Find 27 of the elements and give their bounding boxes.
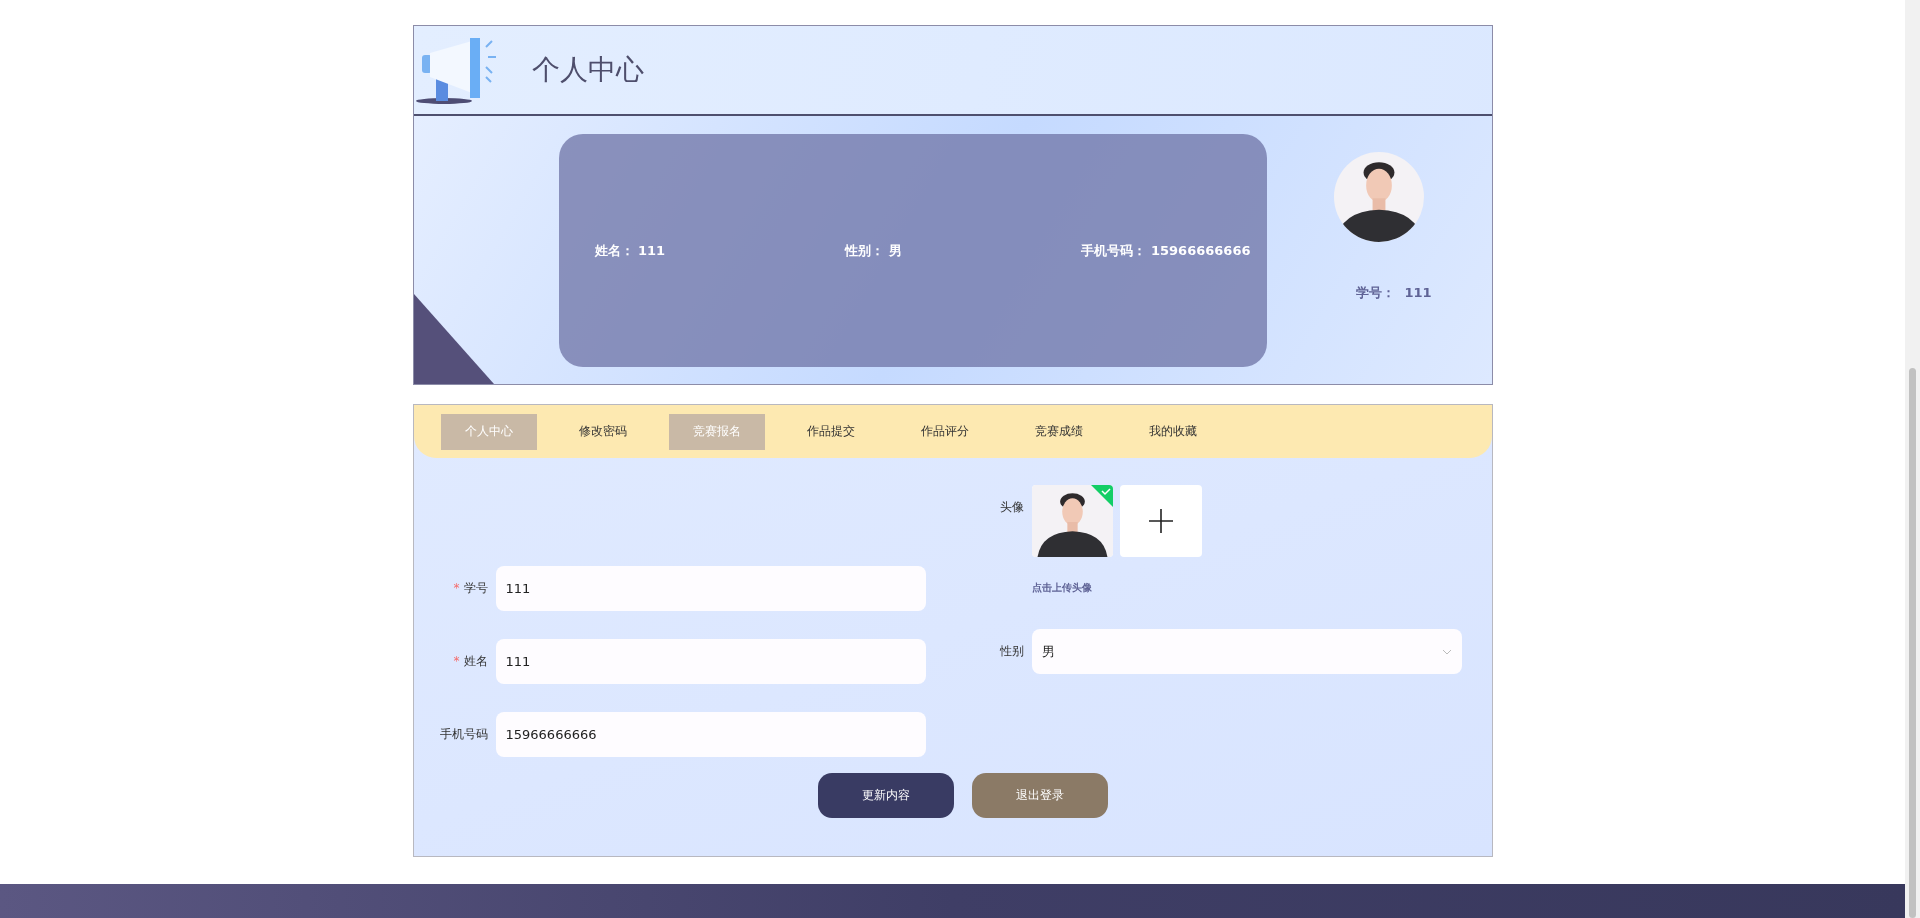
field-label: * 学号 <box>452 580 489 597</box>
update-button[interactable]: 更新内容 <box>817 773 954 818</box>
upload-button[interactable] <box>1119 485 1202 557</box>
gender-select[interactable]: 男 <box>1031 629 1462 674</box>
text-field[interactable]: 111 <box>495 566 926 611</box>
scrollbar[interactable] <box>1905 0 1920 918</box>
field-label: * 姓名 <box>452 653 489 670</box>
text-field[interactable]: 15966666666 <box>495 712 926 757</box>
logout-button[interactable]: 退出登录 <box>971 773 1108 818</box>
tab[interactable]: 修改密码 <box>554 413 651 450</box>
chevron-down-icon <box>1441 648 1452 655</box>
tab[interactable]: 竞赛成绩 <box>1010 413 1107 450</box>
tab[interactable]: 作品提交 <box>782 413 879 450</box>
upload-hint: 点击上传头像 <box>1031 581 1092 595</box>
page-title: 个人中心 <box>531 52 644 88</box>
tab[interactable]: 作品评分 <box>896 413 993 450</box>
plus-icon <box>1147 508 1174 534</box>
info-text: 手机号码： 15966666666 <box>1081 241 1251 260</box>
field-label: 性别 <box>998 643 1025 660</box>
field-label: 手机号码 <box>438 726 489 743</box>
text-field[interactable]: 111 <box>495 639 926 684</box>
field-label: 头像 <box>998 499 1025 516</box>
check-icon <box>1090 485 1113 507</box>
tab[interactable]: 我的收藏 <box>1124 413 1221 450</box>
student-id-text: 学号： 111 <box>1356 284 1432 302</box>
info-text: 性别： 男 <box>845 241 902 260</box>
info-text: 姓名： 111 <box>594 241 666 260</box>
